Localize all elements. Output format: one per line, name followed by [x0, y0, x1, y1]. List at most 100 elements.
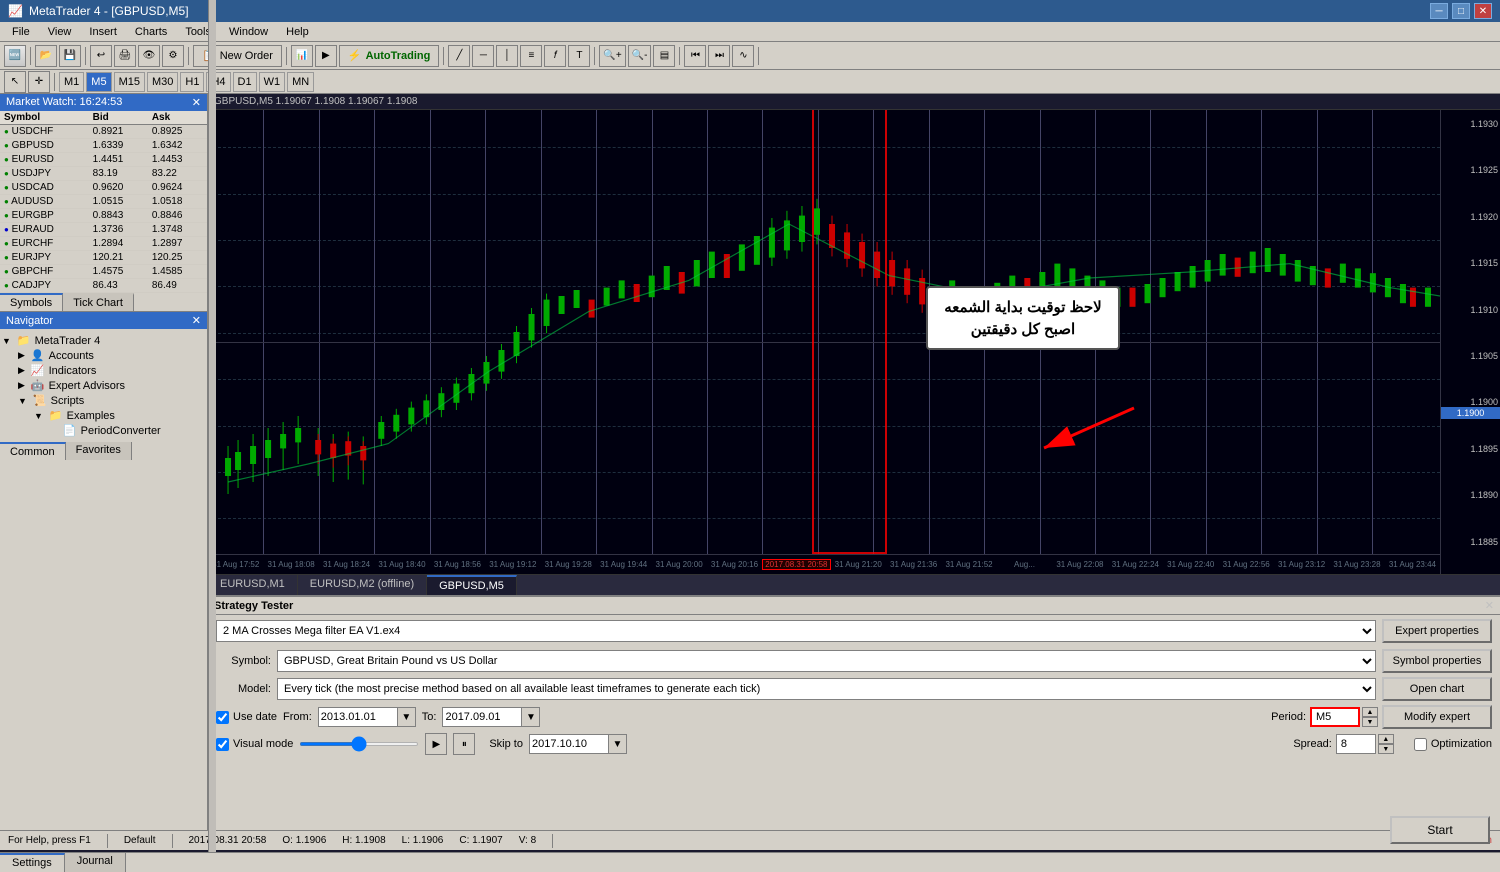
chart-icon-btn[interactable]: 📊: [291, 45, 313, 67]
market-watch-row[interactable]: ● EURAUD1.37361.3748: [0, 223, 207, 237]
zoom-out[interactable]: 🔍-: [628, 45, 652, 67]
indicator-btn[interactable]: ∿: [732, 45, 754, 67]
text-tool[interactable]: T: [568, 45, 590, 67]
market-watch-row[interactable]: ● GBPUSD1.63391.6342: [0, 139, 207, 153]
menubar: File View Insert Charts Tools Window Hel…: [0, 22, 1500, 42]
skip-to-calendar-icon[interactable]: ▼: [609, 734, 627, 754]
autotrading-button[interactable]: ⚡ AutoTrading: [339, 45, 439, 67]
new-button[interactable]: 🆕: [4, 45, 26, 67]
chart-tab-eurusd-m2[interactable]: EURUSD,M2 (offline): [298, 575, 427, 595]
tree-period-converter[interactable]: ▶ 📄 PeriodConverter: [50, 423, 205, 438]
fib-tool[interactable]: 𝑓: [544, 45, 566, 67]
save-button[interactable]: 💾: [59, 45, 81, 67]
symbol-select[interactable]: GBPUSD, Great Britain Pound vs US Dollar: [277, 650, 1376, 672]
chart-plot[interactable]: لاحظ توقيت بداية الشمعه اصبح كل دقيقتين: [208, 110, 1440, 574]
to-date-input[interactable]: [442, 707, 522, 727]
tf-w1[interactable]: W1: [259, 72, 286, 92]
tree-accounts[interactable]: ▶ 👤 Accounts: [18, 348, 205, 363]
ask-cell: 1.2897: [148, 237, 207, 251]
tf-m15[interactable]: M15: [114, 72, 145, 92]
market-watch-row[interactable]: ● GBPCHF1.45751.4585: [0, 265, 207, 279]
property-button[interactable]: ⚙: [162, 45, 184, 67]
tree-root-children: ▶ 👤 Accounts ▶ 📈 Indicators ▶ 🤖 Expert A…: [2, 348, 205, 438]
scroll-begin[interactable]: ⏮: [684, 45, 706, 67]
channel-tool[interactable]: ≡: [520, 45, 542, 67]
market-watch-close[interactable]: ✕: [192, 96, 201, 109]
symbol-cell: ● USDJPY: [0, 167, 89, 181]
market-watch-row[interactable]: ● AUDUSD1.05151.0518: [0, 195, 207, 209]
crosshair-tool[interactable]: ✛: [28, 71, 50, 93]
visual-mode-checkbox[interactable]: [216, 738, 229, 751]
tree-scripts[interactable]: ▼ 📜 Scripts: [18, 393, 205, 408]
start-button[interactable]: Start: [1390, 816, 1490, 830]
tree-examples[interactable]: ▼ 📁 Examples: [34, 408, 205, 423]
left-resize-handle[interactable]: [208, 94, 216, 830]
printpreview-button[interactable]: 👁: [138, 45, 160, 67]
chart-tab-eurusd-m1[interactable]: EURUSD,M1: [208, 575, 298, 595]
menu-help[interactable]: Help: [278, 24, 317, 40]
tab-tick-chart[interactable]: Tick Chart: [63, 293, 134, 311]
spread-input[interactable]: [1336, 734, 1376, 754]
zoom-in[interactable]: 🔍+: [599, 45, 625, 67]
market-watch-row[interactable]: ● USDCHF0.89210.8925: [0, 125, 207, 139]
hline-tool[interactable]: ─: [472, 45, 494, 67]
nav-tab-common[interactable]: Common: [0, 442, 66, 460]
visual-speed-slider[interactable]: [299, 742, 419, 746]
ask-cell: 83.22: [148, 167, 207, 181]
tree-indicators[interactable]: ▶ 📈 Indicators: [18, 363, 205, 378]
from-calendar-icon[interactable]: ▼: [398, 707, 416, 727]
tf-m1[interactable]: M1: [59, 72, 84, 92]
chart-and-scale: لاحظ توقيت بداية الشمعه اصبح كل دقيقتين: [208, 110, 1500, 574]
tf-h1[interactable]: H1: [180, 72, 204, 92]
tf-m30[interactable]: M30: [147, 72, 178, 92]
to-calendar-icon[interactable]: ▼: [522, 707, 540, 727]
market-watch-row[interactable]: ● CADJPY86.4386.49: [0, 279, 207, 293]
open-text: O: 1.1906: [282, 835, 326, 846]
tree-root[interactable]: ▼ 📁 MetaTrader 4: [2, 333, 205, 348]
autotrading-icon[interactable]: ▶: [315, 45, 337, 67]
model-select[interactable]: Every tick (the most precise method base…: [277, 678, 1376, 700]
menu-window[interactable]: Window: [221, 24, 276, 40]
tf-mn[interactable]: MN: [287, 72, 314, 92]
line-tool[interactable]: ╱: [448, 45, 470, 67]
chart-type[interactable]: ▤: [653, 45, 675, 67]
use-date-checkbox[interactable]: [216, 711, 229, 724]
play-button[interactable]: ▶: [425, 733, 447, 755]
market-watch-row[interactable]: ● USDJPY83.1983.22: [0, 167, 207, 181]
profile-text: Default: [124, 835, 156, 846]
ea-select[interactable]: 2 MA Crosses Mega filter EA V1.ex4: [216, 620, 1376, 642]
nav-tab-favorites[interactable]: Favorites: [66, 442, 132, 460]
tf-d1[interactable]: D1: [233, 72, 257, 92]
tree-expert-advisors[interactable]: ▶ 🤖 Expert Advisors: [18, 378, 205, 393]
market-watch-row[interactable]: ● EURJPY120.21120.25: [0, 251, 207, 265]
vline-tool[interactable]: │: [496, 45, 518, 67]
tf-m5[interactable]: M5: [86, 72, 111, 92]
tab-symbols[interactable]: Symbols: [0, 293, 63, 311]
menu-insert[interactable]: Insert: [81, 24, 125, 40]
period-up[interactable]: ▲: [1362, 707, 1378, 717]
menu-file[interactable]: File: [4, 24, 38, 40]
chart-tab-gbpusd-m5[interactable]: GBPUSD,M5: [427, 575, 517, 595]
open-button[interactable]: 📂: [35, 45, 57, 67]
new-order-button[interactable]: 📋 New Order: [193, 45, 282, 67]
period-input[interactable]: [1310, 707, 1360, 727]
visual-mode-label: Visual mode: [233, 738, 293, 750]
from-date-input[interactable]: [318, 707, 398, 727]
market-watch-row[interactable]: ● EURCHF1.28941.2897: [0, 237, 207, 251]
menu-view[interactable]: View: [40, 24, 80, 40]
cursor-tool[interactable]: ↖: [4, 71, 26, 93]
undo-button[interactable]: ↩: [90, 45, 112, 67]
navigator-close[interactable]: ✕: [192, 314, 201, 327]
period-down[interactable]: ▼: [1362, 717, 1378, 727]
print-button[interactable]: 🖨: [114, 45, 136, 67]
market-watch-row[interactable]: ● EURUSD1.44511.4453: [0, 153, 207, 167]
pause-button[interactable]: ⏸: [453, 733, 475, 755]
market-watch-row[interactable]: ● USDCAD0.96200.9624: [0, 181, 207, 195]
strategy-tester: Strategy Tester ✕ 2 MA Crosses Mega filt…: [208, 595, 1500, 830]
scroll-end[interactable]: ⏭: [708, 45, 730, 67]
symbol-label: Symbol:: [216, 655, 271, 667]
menu-charts[interactable]: Charts: [127, 24, 175, 40]
low-text: L: 1.1906: [402, 835, 444, 846]
skip-to-input[interactable]: [529, 734, 609, 754]
market-watch-row[interactable]: ● EURGBP0.88430.8846: [0, 209, 207, 223]
